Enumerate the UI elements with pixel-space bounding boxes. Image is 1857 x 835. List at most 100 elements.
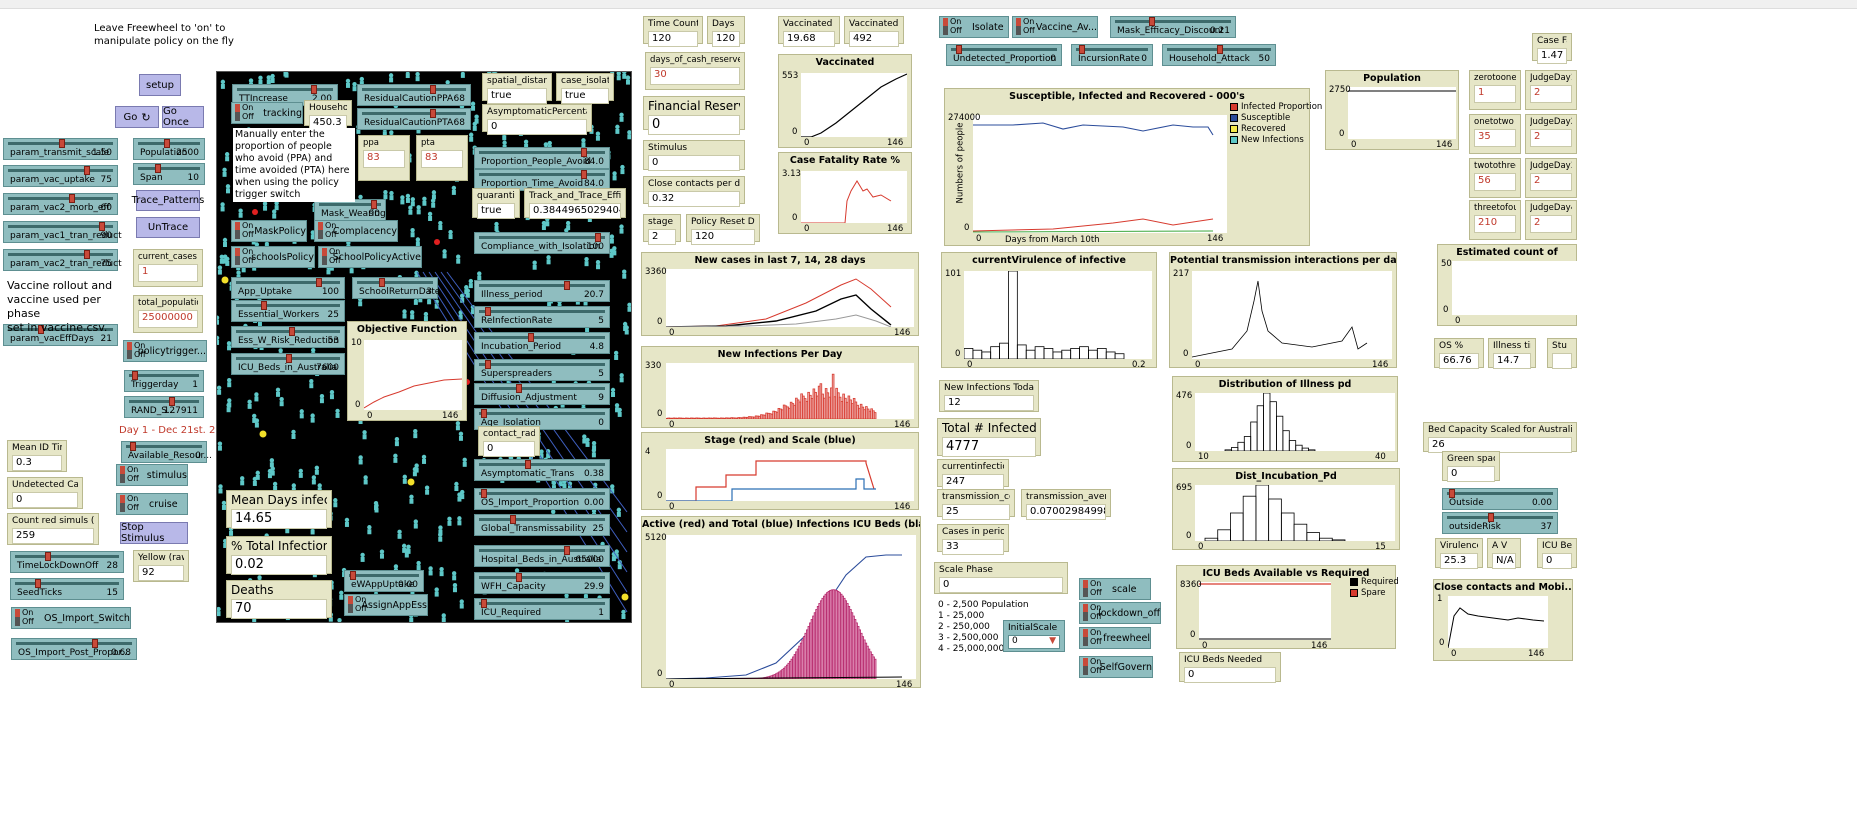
- slider-track[interactable]: [479, 236, 605, 239]
- slider-handle[interactable]: [1079, 45, 1086, 54]
- selfgovern-switch[interactable]: On Off SelfGovern: [1079, 656, 1153, 678]
- slider-proportion-people-avoid[interactable]: Proportion_People_Avoid 84.0: [474, 147, 610, 169]
- slider-handle[interactable]: [83, 166, 90, 175]
- slider-handle[interactable]: [289, 327, 295, 336]
- slider-handle[interactable]: [58, 139, 65, 148]
- monitor-value[interactable]: 2: [1530, 215, 1572, 233]
- slider-handle[interactable]: [564, 281, 571, 290]
- slider-app-uptake[interactable]: App_Uptake 100: [231, 277, 345, 299]
- go-once-button[interactable]: Go Once: [162, 106, 204, 128]
- slider-handle[interactable]: [1449, 489, 1456, 498]
- slider-track[interactable]: [237, 88, 333, 91]
- monitor-value[interactable]: 35: [1474, 129, 1516, 147]
- slider-timelockdownoff[interactable]: TimeLockDownOff 28: [10, 551, 124, 573]
- slider-os-import-post-propor-[interactable]: OS_Import_Post_Propor... 0.68: [11, 638, 137, 660]
- total-population-input[interactable]: total_population 25000000: [133, 295, 203, 333]
- slider-reinfectionrate[interactable]: ReInfectionRate 5: [474, 306, 610, 328]
- slider-handle[interactable]: [485, 307, 492, 316]
- slider-ess-w-risk-reduction[interactable]: Ess_W_Risk_Reduction 53: [231, 326, 345, 348]
- monitor-value[interactable]: 2: [1530, 129, 1572, 147]
- switch-toggle[interactable]: On Off: [1082, 579, 1104, 599]
- slider-handle[interactable]: [132, 371, 139, 380]
- slider-track[interactable]: [1076, 48, 1148, 51]
- slider-track[interactable]: [138, 167, 200, 170]
- pta-input[interactable]: pta 83: [416, 135, 468, 181]
- slider-span[interactable]: Span 10: [133, 163, 205, 185]
- trace-patterns-button[interactable]: Trace_Patterns: [132, 190, 204, 211]
- slider-track[interactable]: [479, 310, 605, 313]
- slider-param-vac2-tran-reduct[interactable]: param_vac2_tran_reduct 75: [3, 249, 122, 271]
- slider-track[interactable]: [1447, 516, 1553, 519]
- slider-handle[interactable]: [378, 278, 385, 287]
- slider-handle[interactable]: [581, 170, 588, 179]
- slider-population[interactable]: Population 2500: [133, 138, 205, 160]
- slider-handle[interactable]: [481, 599, 488, 608]
- switch-toggle[interactable]: On Off: [1082, 603, 1102, 623]
- assign-app-ess-switch[interactable]: On Off AssignAppEss: [344, 594, 428, 616]
- slider-handle[interactable]: [168, 397, 175, 406]
- slider-track[interactable]: [479, 336, 605, 339]
- slider-track[interactable]: [362, 88, 466, 91]
- slider-handle[interactable]: [525, 460, 532, 469]
- os-import-switch[interactable]: On Off OS_Import_Switch: [11, 607, 131, 629]
- judge-day-input-2[interactable]: JudgeDay3 2: [1525, 158, 1577, 198]
- slider-handle[interactable]: [83, 250, 90, 259]
- monitor-value[interactable]: 83: [421, 150, 463, 168]
- slider-handle[interactable]: [261, 301, 267, 310]
- judge-threshold-input-2[interactable]: twotothree 56: [1469, 158, 1521, 198]
- slider-track[interactable]: [236, 330, 340, 333]
- switch-toggle[interactable]: On Off: [14, 608, 36, 628]
- slider-handle[interactable]: [1487, 513, 1494, 522]
- slider-track[interactable]: [357, 281, 433, 284]
- slider-track[interactable]: [8, 197, 113, 200]
- switch-toggle[interactable]: On Off: [119, 465, 139, 485]
- slider-track[interactable]: [479, 576, 605, 579]
- stimulus-switch[interactable]: On Off stimulus: [116, 464, 188, 486]
- setup-button[interactable]: setup: [139, 74, 181, 96]
- slider-mask-efficacy-discount[interactable]: Mask_Efficacy_Discount 0.21: [1110, 16, 1236, 38]
- slider-handle[interactable]: [481, 409, 488, 418]
- slider-track[interactable]: [479, 549, 605, 552]
- vaccine-av-switch[interactable]: On Off Vaccine_Av...: [1012, 16, 1098, 38]
- freewheel-switch[interactable]: On Off freewheel: [1079, 627, 1151, 649]
- switch-toggle[interactable]: On Off: [942, 17, 964, 37]
- slider-track[interactable]: [479, 412, 605, 415]
- slider-handle[interactable]: [509, 515, 516, 524]
- switch-toggle[interactable]: On Off: [119, 494, 141, 514]
- slider-handle[interactable]: [92, 639, 99, 648]
- slider-schoolreturndate[interactable]: SchoolReturnDate 3: [352, 277, 440, 299]
- current-cases-value[interactable]: 1: [138, 264, 198, 282]
- slider-global-transmissability[interactable]: Global_Transmissability 25: [474, 514, 610, 536]
- switch-toggle[interactable]: On Off: [234, 221, 254, 241]
- slider-handle[interactable]: [1217, 45, 1223, 54]
- slider-asymptomatic-trans[interactable]: Asymptomatic_Trans 0.38: [474, 459, 610, 481]
- slider-handle[interactable]: [481, 489, 488, 498]
- schools-policy-switch[interactable]: On Off schoolsPolicy: [231, 246, 315, 268]
- untrace-button[interactable]: UnTrace: [136, 217, 200, 238]
- slider-handle[interactable]: [430, 109, 436, 118]
- slider-track[interactable]: [479, 284, 605, 287]
- switch-toggle[interactable]: On Off: [1015, 17, 1035, 37]
- slider-track[interactable]: [479, 363, 605, 366]
- slider-compliance-with-isolation[interactable]: Compliance_with_Isolation 100: [474, 232, 610, 254]
- slider-track[interactable]: [8, 225, 113, 228]
- slider-param-vac1-tran-reduct[interactable]: param_vac1_tran_reduct 90: [3, 221, 122, 243]
- switch-toggle[interactable]: On Off: [126, 341, 146, 361]
- slider-handle[interactable]: [155, 164, 162, 173]
- initial-scale-chooser[interactable]: InitialScale 0 ▼: [1003, 620, 1065, 652]
- slider-handle[interactable]: [956, 45, 963, 54]
- slider-handle[interactable]: [35, 579, 41, 588]
- monitor-value[interactable]: 210: [1474, 215, 1516, 233]
- judge-threshold-input-0[interactable]: zerotoone 1: [1469, 70, 1521, 110]
- slider-track[interactable]: [15, 582, 119, 585]
- judge-threshold-input-1[interactable]: onetotwo 35: [1469, 114, 1521, 154]
- switch-toggle[interactable]: On Off: [321, 247, 341, 267]
- slider-handle[interactable]: [564, 546, 571, 555]
- judge-day-input-3[interactable]: JudgeDay4 2: [1525, 200, 1577, 240]
- slider-track[interactable]: [129, 374, 199, 377]
- school-policy-active-switch[interactable]: On Off SchoolPolicyActive: [318, 246, 422, 268]
- slider-outsiderisk[interactable]: outsideRisk 37: [1442, 512, 1558, 534]
- monitor-value[interactable]: 1: [1474, 85, 1516, 103]
- slider-handle[interactable]: [68, 194, 75, 203]
- slider-handle[interactable]: [286, 354, 292, 363]
